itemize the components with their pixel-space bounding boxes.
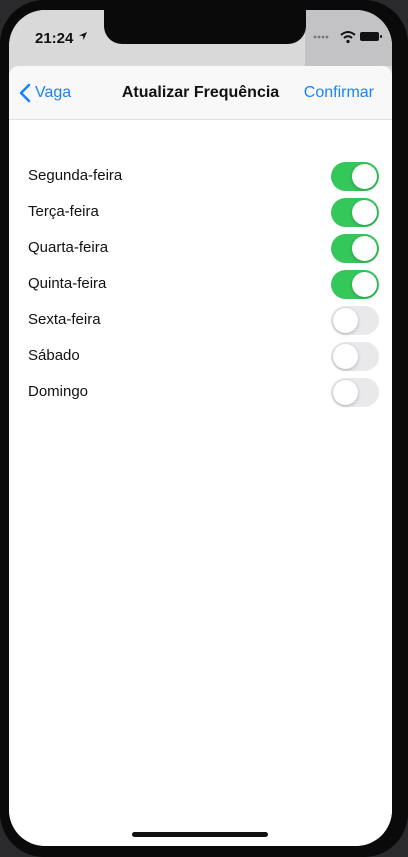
toggle-knob [333,308,358,333]
day-row: Segunda-feira [9,159,392,195]
confirm-button[interactable]: Confirmar [304,84,374,102]
modal-sheet: Vaga Atualizar Frequência Confirmar Segu… [9,66,392,846]
toggle-knob [333,380,358,405]
day-row: Sexta-feira [9,303,392,339]
home-indicator [132,832,268,837]
day-label: Terça-feira [28,203,99,220]
toggle-knob [352,200,377,225]
day-label: Quarta-feira [28,239,109,256]
day-label: Sexta-feira [28,311,101,328]
status-indicators [313,31,382,44]
day-toggle[interactable] [331,342,379,371]
day-toggle[interactable] [331,306,379,335]
toggle-knob [352,164,377,189]
location-arrow-icon [79,32,87,40]
navigation-bar: Vaga Atualizar Frequência Confirmar [9,66,392,120]
status-bar: 21:24 [9,10,392,66]
toggle-knob [352,272,377,297]
day-toggle[interactable] [331,162,379,191]
day-label: Quinta-feira [28,275,107,292]
day-row: Sábado [9,339,392,375]
wifi-icon [340,31,356,44]
day-toggle[interactable] [331,270,379,299]
day-row: Terça-feira [9,195,392,231]
toggle-knob [352,236,377,261]
day-label: Segunda-feira [28,167,123,184]
day-toggle[interactable] [331,378,379,407]
screen: 21:24 Vaga Atualizar Frequência Confirma… [9,10,392,846]
day-toggle[interactable] [331,234,379,263]
day-label: Domingo [28,383,89,400]
signal-icon [313,35,329,39]
battery-icon [360,32,382,41]
day-row: Quinta-feira [9,267,392,303]
notch [104,10,306,44]
toggle-knob [333,344,358,369]
day-label: Sábado [28,347,80,364]
day-row: Quarta-feira [9,231,392,267]
day-toggle[interactable] [331,198,379,227]
status-time: 21:24 [35,30,74,47]
day-row: Domingo [9,375,392,411]
